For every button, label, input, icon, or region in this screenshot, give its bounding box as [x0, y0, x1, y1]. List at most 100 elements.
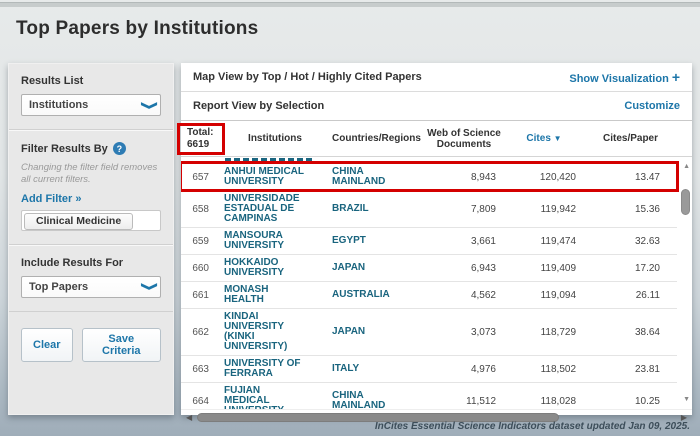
wos-documents-cell: 6,943	[424, 263, 504, 274]
show-visualization-label: Show Visualization	[569, 73, 668, 85]
scroll-up-icon[interactable]: ▲	[683, 163, 690, 170]
institution-link[interactable]: UNIVERSITY OF FERRARA	[221, 359, 329, 379]
active-filter-chip[interactable]: Clinical Medicine	[24, 213, 133, 230]
table-row-664[interactable]: 664 FUJIAN MEDICAL UNIVERSITY CHINA MAIN…	[181, 382, 677, 409]
rank-cell: 657	[181, 172, 221, 183]
map-view-bar: Map View by Top / Hot / Highly Cited Pap…	[181, 63, 692, 92]
col-header-wos-documents[interactable]: Web of Science Documents	[424, 128, 504, 150]
sidebar-buttons: Clear Save Criteria	[9, 312, 173, 378]
cites-cell: 120,420	[504, 172, 584, 183]
map-view-title: Map View by Top / Hot / Highly Cited Pap…	[193, 71, 422, 83]
rank-cell: 662	[181, 327, 221, 338]
chevron-down-icon: ❯	[141, 100, 156, 109]
report-view-title: Report View by Selection	[193, 100, 324, 112]
wos-documents-cell: 7,809	[424, 204, 504, 215]
cites-cell: 118,729	[504, 327, 584, 338]
cites-per-paper-cell: 26.11	[584, 290, 677, 301]
cites-per-paper-cell: 23.81	[584, 364, 677, 375]
top-divider-strip	[0, 2, 700, 7]
clear-button[interactable]: Clear	[21, 328, 73, 362]
table-row-661[interactable]: 661 MONASH HEALTH AUSTRALIA 4,562 119,09…	[181, 281, 677, 308]
scroll-down-icon[interactable]: ▼	[683, 396, 690, 403]
cites-per-paper-cell: 13.47	[584, 172, 677, 183]
institution-link[interactable]: ANHUI MEDICAL UNIVERSITY	[221, 167, 329, 187]
country-cell: JAPAN	[329, 327, 424, 337]
table-row-663[interactable]: 663 UNIVERSITY OF FERRARA ITALY 4,976 11…	[181, 355, 677, 382]
col-header-institutions[interactable]: Institutions	[221, 133, 329, 144]
customize-link[interactable]: Customize	[624, 100, 680, 112]
wos-documents-cell: 3,661	[424, 236, 504, 247]
table-rows-area: 657 ANHUI MEDICAL UNIVERSITY CHINA MAINL…	[181, 157, 692, 409]
rank-cell: 661	[181, 290, 221, 301]
content-layout: Results List Institutions ❯ Filter Resul…	[8, 63, 692, 415]
table-header: Total: 6619 Institutions Countries/Regio…	[181, 121, 692, 157]
country-cell: CHINA MAINLAND	[329, 391, 424, 409]
cites-cell: 119,474	[504, 236, 584, 247]
page-title: Top Papers by Institutions	[16, 18, 258, 40]
filter-note: Changing the filter field removes all cu…	[21, 162, 161, 187]
scroll-left-icon[interactable]: ◀	[186, 413, 192, 422]
filter-label-row: Filter Results By ?	[21, 142, 161, 155]
results-list-selected: Institutions	[29, 99, 88, 111]
rank-cell: 660	[181, 263, 221, 274]
col-header-cites-sorted[interactable]: Cites ▼	[504, 133, 584, 144]
rank-cell: 663	[181, 364, 221, 375]
table-row-658[interactable]: 658 UNIVERSIDADE ESTADUAL DE CAMPINAS BR…	[181, 190, 677, 227]
results-list-label: Results List	[21, 75, 161, 87]
table-row-660[interactable]: 660 HOKKAIDO UNIVERSITY JAPAN 6,943 119,…	[181, 254, 677, 281]
add-filter-link[interactable]: Add Filter »	[21, 193, 82, 205]
vertical-scroll-thumb[interactable]	[681, 189, 690, 215]
wos-documents-cell: 8,943	[424, 172, 504, 183]
institution-link[interactable]: KINDAI UNIVERSITY (KINKI UNIVERSITY)	[221, 312, 329, 352]
cites-per-paper-cell: 10.25	[584, 396, 677, 407]
results-list-section: Results List Institutions ❯	[9, 64, 173, 130]
cites-cell: 118,502	[504, 364, 584, 375]
plus-icon: +	[672, 69, 680, 85]
table-row-657-highlighted[interactable]: 657 ANHUI MEDICAL UNIVERSITY CHINA MAINL…	[181, 163, 677, 190]
country-cell: AUSTRALIA	[329, 290, 424, 300]
country-cell: BRAZIL	[329, 204, 424, 214]
institution-link[interactable]: HOKKAIDO UNIVERSITY	[221, 258, 329, 278]
save-criteria-button[interactable]: Save Criteria	[82, 328, 161, 362]
country-cell: JAPAN	[329, 263, 424, 273]
total-count-cell: Total: 6619	[181, 127, 221, 151]
rank-cell: 659	[181, 236, 221, 247]
institution-link[interactable]: UNIVERSIDADE ESTADUAL DE CAMPINAS	[221, 194, 329, 224]
cites-cell: 119,409	[504, 263, 584, 274]
dataset-update-note: InCites Essential Science Indicators dat…	[375, 421, 690, 432]
sidebar: Results List Institutions ❯ Filter Resul…	[8, 63, 174, 415]
institution-link[interactable]: MONASH HEALTH	[221, 285, 329, 305]
table-row-659[interactable]: 659 MANSOURA UNIVERSITY EGYPT 3,661 119,…	[181, 227, 677, 254]
cites-cell: 118,028	[504, 396, 584, 407]
report-view-bar: Report View by Selection Customize	[181, 92, 692, 121]
country-cell: ITALY	[329, 364, 424, 374]
cites-per-paper-cell: 17.20	[584, 263, 677, 274]
cites-cell: 119,942	[504, 204, 584, 215]
vertical-scrollbar[interactable]: ▲ ▼	[679, 157, 691, 409]
main-panel: Map View by Top / Hot / Highly Cited Pap…	[181, 63, 692, 415]
cites-per-paper-cell: 38.64	[584, 327, 677, 338]
total-label: Total:	[187, 127, 221, 139]
cites-header-label: Cites	[526, 133, 550, 144]
filter-field[interactable]: Clinical Medicine	[21, 210, 161, 231]
include-results-dropdown[interactable]: Top Papers ❯	[21, 276, 161, 298]
include-results-section: Include Results For Top Papers ❯	[9, 245, 173, 312]
country-cell: EGYPT	[329, 236, 424, 246]
show-visualization-link[interactable]: Show Visualization +	[569, 69, 680, 85]
rank-cell: 658	[181, 204, 221, 215]
total-value: 6619	[187, 139, 221, 151]
col-header-countries[interactable]: Countries/Regions	[329, 133, 424, 144]
col-header-cites-per-paper[interactable]: Cites/Paper	[584, 133, 677, 144]
wos-documents-cell: 4,976	[424, 364, 504, 375]
wos-documents-cell: 11,512	[424, 396, 504, 407]
wos-documents-cell: 3,073	[424, 327, 504, 338]
institution-link[interactable]: FUJIAN MEDICAL UNIVERSITY	[221, 386, 329, 409]
cites-per-paper-cell: 15.36	[584, 204, 677, 215]
rank-cell: 664	[181, 396, 221, 407]
cites-per-paper-cell: 32.63	[584, 236, 677, 247]
help-icon[interactable]: ?	[113, 142, 126, 155]
institution-link[interactable]: MANSOURA UNIVERSITY	[221, 231, 329, 251]
table-row-662[interactable]: 662 KINDAI UNIVERSITY (KINKI UNIVERSITY)…	[181, 308, 677, 355]
results-list-dropdown[interactable]: Institutions ❯	[21, 94, 161, 116]
wos-documents-cell: 4,562	[424, 290, 504, 301]
